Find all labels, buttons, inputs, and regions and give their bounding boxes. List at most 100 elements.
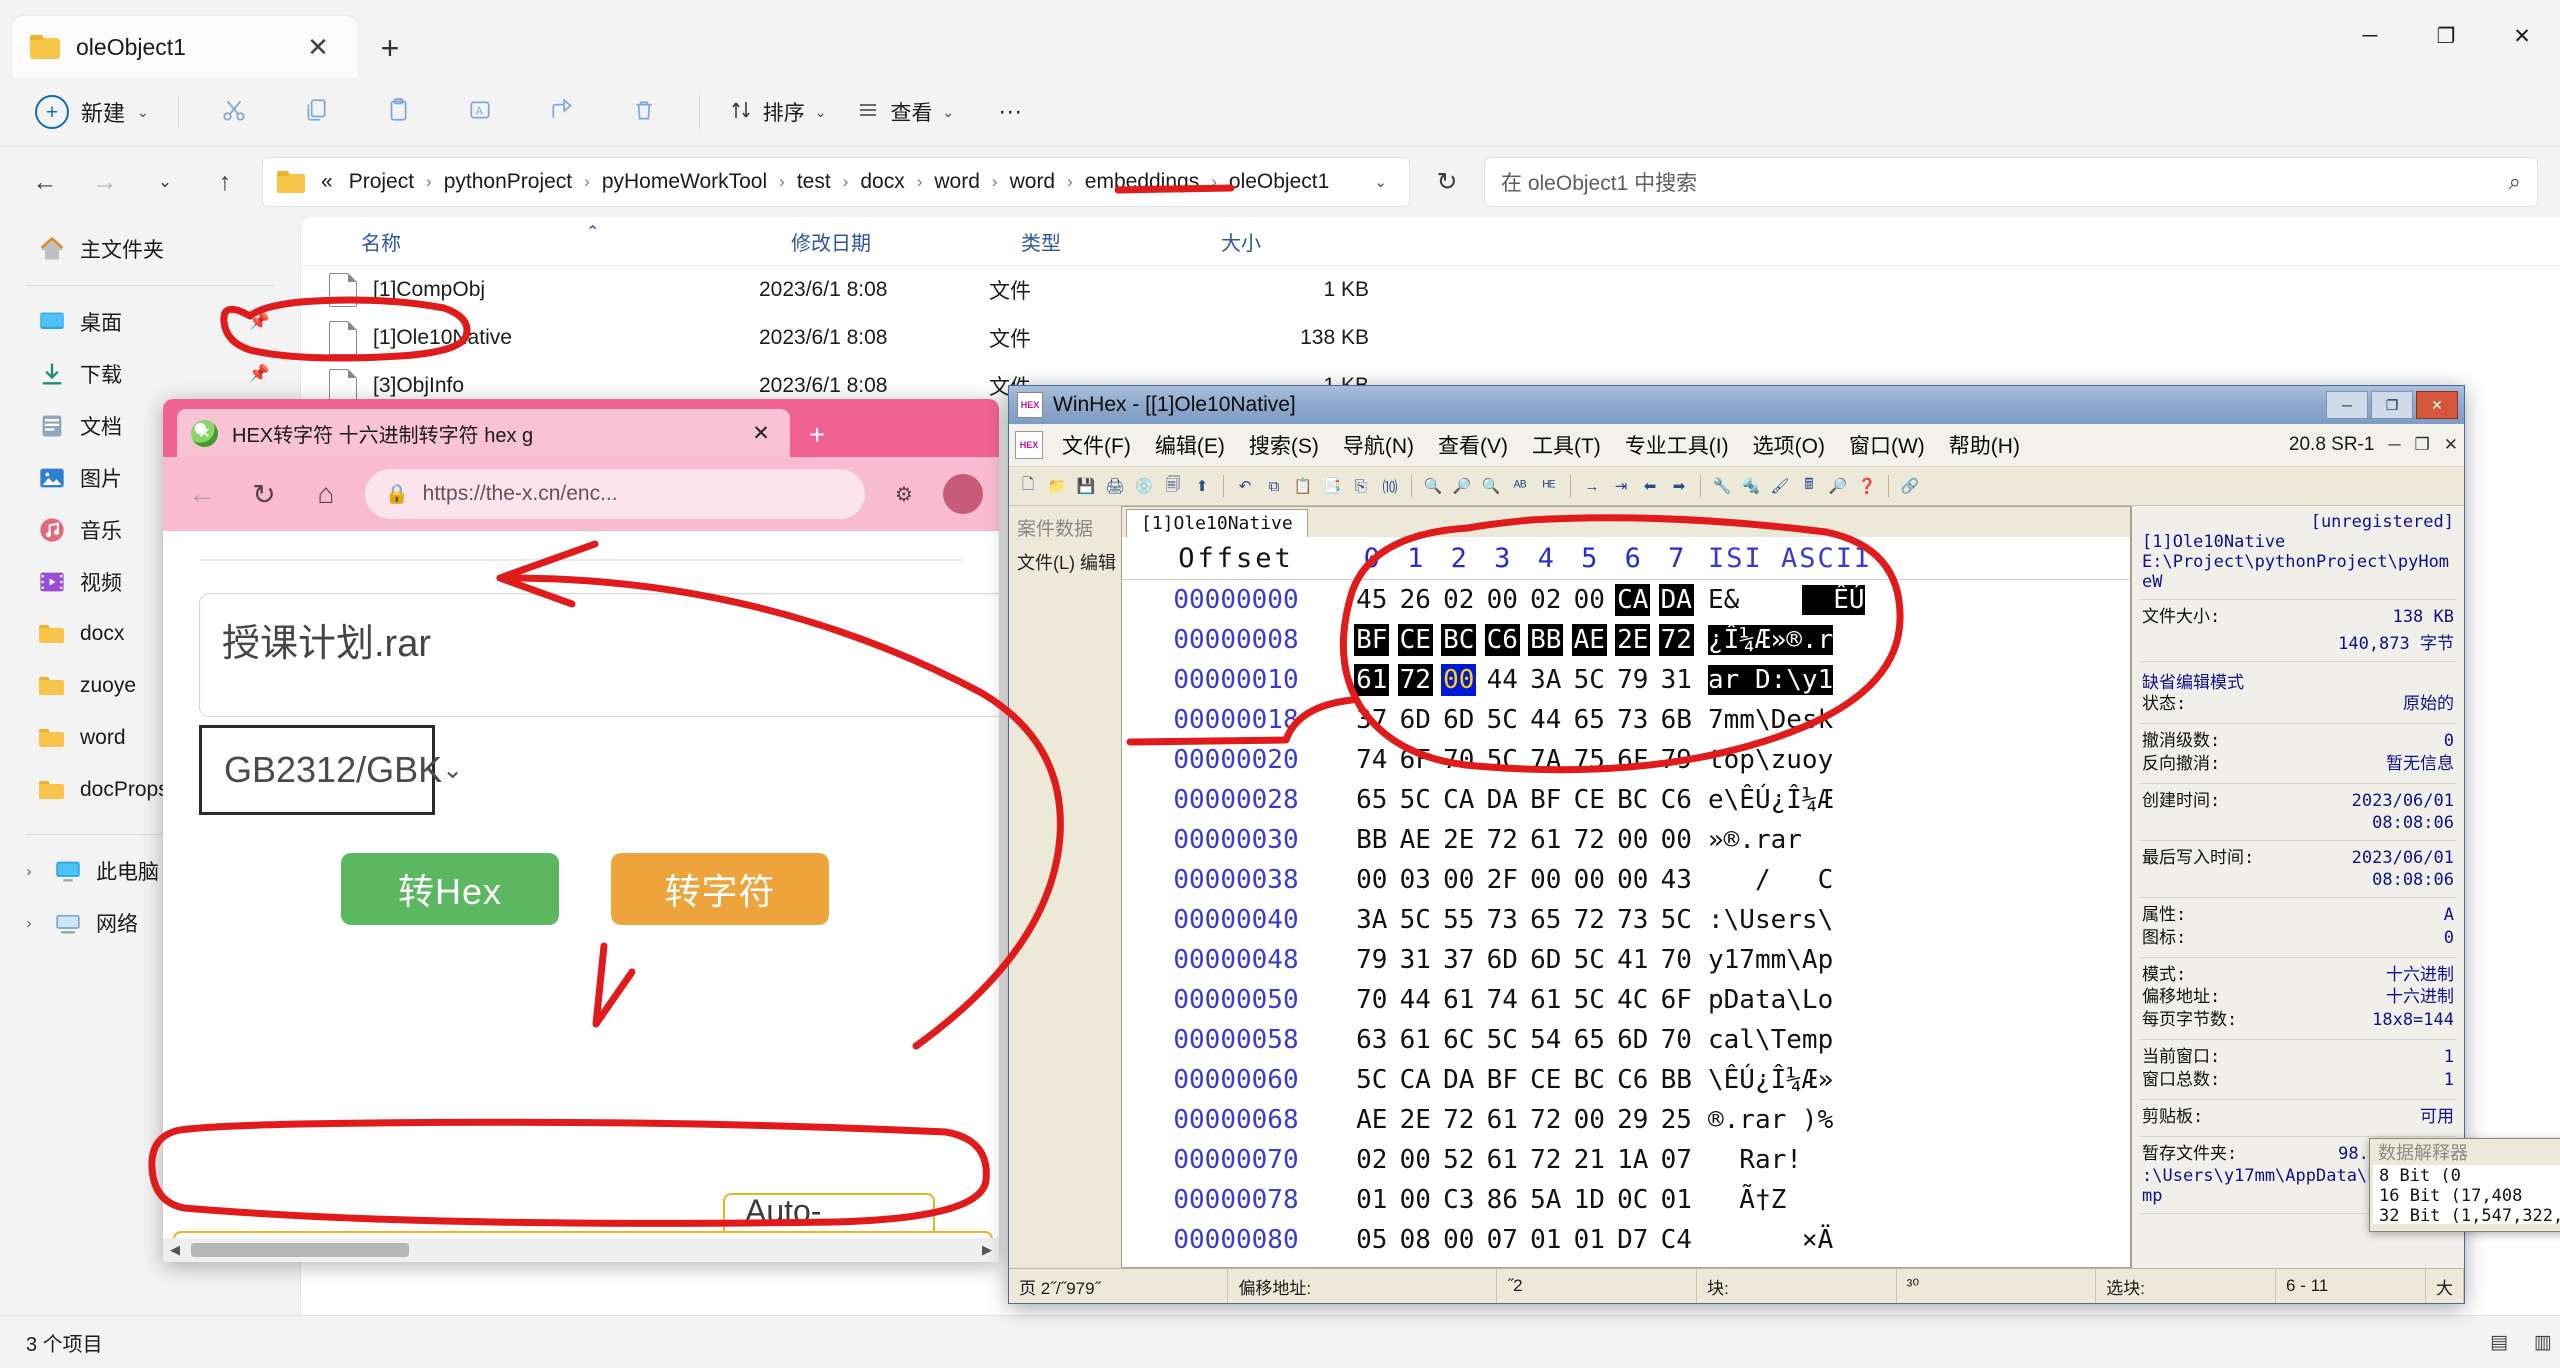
- table-row[interactable]: [1]Ole10Native 2023/6/1 8:08 文件 138 KB: [301, 314, 2560, 362]
- breadcrumb-item-4[interactable]: test: [791, 166, 837, 198]
- hex-byte[interactable]: 75: [1572, 744, 1607, 776]
- hex-byte[interactable]: 01: [1528, 1224, 1563, 1256]
- hex-byte[interactable]: 5C: [1398, 784, 1433, 816]
- up-button[interactable]: ↑: [202, 159, 248, 205]
- hex-dump-row[interactable]: 00000008 BF CE BC C6 BB AE 2E 72 ¿Î¼Æ»®.r: [1122, 620, 2130, 660]
- hex-byte[interactable]: 00: [1615, 864, 1650, 896]
- open-file-icon[interactable]: 📁: [1044, 473, 1070, 499]
- hex-dump[interactable]: Offset 0 1 2 3 4 5 6 7 ISI ASCII 0000000…: [1122, 537, 2130, 1267]
- mdi-minimize-button[interactable]: ─: [2388, 435, 2400, 455]
- hex-dump-row[interactable]: 00000030 BB AE 2E 72 61 72 00 00 »®.rar: [1122, 820, 2130, 860]
- hex-byte[interactable]: BB: [1528, 624, 1564, 656]
- breadcrumb[interactable]: « Project › pythonProject › pyHomeWorkTo…: [262, 157, 1410, 207]
- hex-byte[interactable]: 72: [1528, 1144, 1563, 1176]
- hex-byte[interactable]: 61: [1441, 984, 1476, 1016]
- hex-byte[interactable]: 02: [1441, 584, 1476, 616]
- hex-byte[interactable]: BF: [1485, 1064, 1520, 1096]
- paste-icon[interactable]: 📋: [1290, 473, 1316, 499]
- new-button[interactable]: + 新建 ⌄: [22, 87, 162, 137]
- find-hex-icon[interactable]: 🔎: [1449, 473, 1475, 499]
- hex-byte[interactable]: BC: [1441, 624, 1477, 656]
- avatar[interactable]: [943, 474, 983, 514]
- hex-dump-row[interactable]: 00000050 70 44 61 74 61 5C 4C 6F pData\Lo: [1122, 980, 2130, 1020]
- column-header-size[interactable]: 大小: [1221, 227, 1401, 256]
- hex-dump-row[interactable]: 00000058 63 61 6C 5C 54 65 6D 70 cal\Temp: [1122, 1020, 2130, 1060]
- menu-help[interactable]: 帮助(H): [1938, 428, 2031, 462]
- hex-byte[interactable]: 52: [1441, 1144, 1476, 1176]
- menu-navigation[interactable]: 导航(N): [1332, 428, 1425, 462]
- details-view-icon[interactable]: ▤: [2482, 1327, 2516, 1357]
- hex-byte[interactable]: 2F: [1485, 864, 1520, 896]
- share-button[interactable]: [523, 87, 601, 137]
- hex-dump-row[interactable]: 00000018 37 6D 6D 5C 44 65 73 6B 7mm\Desk: [1122, 700, 2130, 740]
- hex-byte[interactable]: 2E: [1398, 1104, 1433, 1136]
- hex-byte[interactable]: 01: [1354, 1184, 1389, 1216]
- hex-byte[interactable]: CE: [1397, 624, 1433, 656]
- replace-icon[interactable]: ᴬᴮ: [1507, 473, 1533, 499]
- menu-window[interactable]: 窗口(W): [1838, 428, 1936, 462]
- hex-byte[interactable]: 5C: [1572, 984, 1607, 1016]
- hex-byte[interactable]: 07: [1659, 1144, 1694, 1176]
- hex-byte[interactable]: 00: [1659, 824, 1694, 856]
- clipboard-icon[interactable]: 📑: [1319, 473, 1345, 499]
- home-button[interactable]: ⌂: [303, 471, 349, 517]
- hex-byte[interactable]: 00: [1572, 864, 1607, 896]
- column-header-modified[interactable]: 修改日期: [791, 227, 1021, 256]
- hex-dump-row[interactable]: 00000060 5C CA DA BF CE BC C6 BB \ÊÚ¿Î¼Æ»: [1122, 1060, 2130, 1100]
- save-file-icon[interactable]: 💾: [1073, 473, 1099, 499]
- hex-dump-row[interactable]: 00000028 65 5C CA DA BF CE BC C6 e\ÊÚ¿Î¼Æ: [1122, 780, 2130, 820]
- goto-icon[interactable]: →: [1579, 473, 1605, 499]
- view-button[interactable]: 查看 ⌄: [843, 87, 967, 137]
- calculator-icon[interactable]: 🖩: [1796, 473, 1822, 499]
- hex-byte[interactable]: CA: [1441, 784, 1476, 816]
- menu-tools[interactable]: 工具(T): [1521, 428, 1612, 462]
- new-file-icon[interactable]: 🗋: [1015, 473, 1041, 499]
- rename-button[interactable]: A: [441, 87, 519, 137]
- hex-byte[interactable]: 6D: [1485, 944, 1520, 976]
- hex-byte[interactable]: 70: [1441, 744, 1476, 776]
- breadcrumb-item-2[interactable]: pythonProject: [438, 166, 578, 198]
- to-hex-button[interactable]: 转Hex: [341, 853, 559, 925]
- grid-view-icon[interactable]: ▥: [2526, 1327, 2560, 1357]
- hex-byte[interactable]: 00: [1572, 1104, 1607, 1136]
- breadcrumb-item-3[interactable]: pyHomeWorkTool: [596, 166, 773, 198]
- hex-byte[interactable]: BF: [1354, 624, 1390, 656]
- hex-byte[interactable]: 07: [1485, 1224, 1520, 1256]
- hex-byte[interactable]: 01: [1659, 1184, 1694, 1216]
- hex-byte[interactable]: 73: [1615, 704, 1650, 736]
- maximize-button[interactable]: ❐: [2371, 391, 2413, 419]
- hex-byte[interactable]: BF: [1528, 784, 1563, 816]
- hex-byte[interactable]: AE: [1571, 624, 1607, 656]
- hex-byte[interactable]: 61: [1398, 1024, 1433, 1056]
- hex-byte[interactable]: 1A: [1615, 1144, 1650, 1176]
- hex-byte[interactable]: 02: [1528, 584, 1563, 616]
- sidebar-item-desktop[interactable]: 桌面 📌: [8, 296, 292, 348]
- hex-byte[interactable]: 00: [1441, 664, 1477, 696]
- hex-byte[interactable]: 6B: [1659, 704, 1694, 736]
- hex-byte[interactable]: 6D: [1398, 704, 1433, 736]
- properties-icon[interactable]: 🗐: [1160, 473, 1186, 499]
- hex-byte[interactable]: 54: [1528, 1024, 1563, 1056]
- hex-byte[interactable]: 70: [1354, 984, 1389, 1016]
- close-window-button[interactable]: ✕: [2484, 0, 2560, 72]
- hex-dump-row[interactable]: 00000078 01 00 C3 86 5A 1D 0C 01 Ã†Z: [1122, 1180, 2130, 1220]
- hex-byte[interactable]: 65: [1528, 904, 1563, 936]
- hex-dump-row[interactable]: 00000068 AE 2E 72 61 72 00 29 25 ®.rar )%: [1122, 1100, 2130, 1140]
- hex-byte[interactable]: 00: [1485, 584, 1520, 616]
- new-tab-button[interactable]: +: [368, 26, 412, 70]
- hex-byte[interactable]: 5A: [1528, 1184, 1563, 1216]
- help-icon[interactable]: ❓: [1854, 473, 1880, 499]
- hex-byte[interactable]: 6D: [1528, 944, 1563, 976]
- hex-byte[interactable]: 2E: [1441, 824, 1476, 856]
- hex-byte[interactable]: 61: [1485, 1104, 1520, 1136]
- to-char-button[interactable]: 转字符: [611, 853, 829, 925]
- minimize-button[interactable]: ─: [2332, 0, 2408, 72]
- hex-byte[interactable]: 5C: [1659, 904, 1694, 936]
- zoom-icon[interactable]: 🔎: [1825, 473, 1851, 499]
- chevron-down-icon-breadcrumb[interactable]: ⌄: [1362, 173, 1399, 191]
- case-data-row[interactable]: 文件(L) 编辑: [1009, 541, 1121, 575]
- hex-byte[interactable]: 79: [1659, 744, 1694, 776]
- hex-byte[interactable]: 21: [1572, 1144, 1607, 1176]
- hex-byte[interactable]: 65: [1572, 1024, 1607, 1056]
- search-input[interactable]: 在 oleObject1 中搜索 ⌕: [1484, 157, 2538, 207]
